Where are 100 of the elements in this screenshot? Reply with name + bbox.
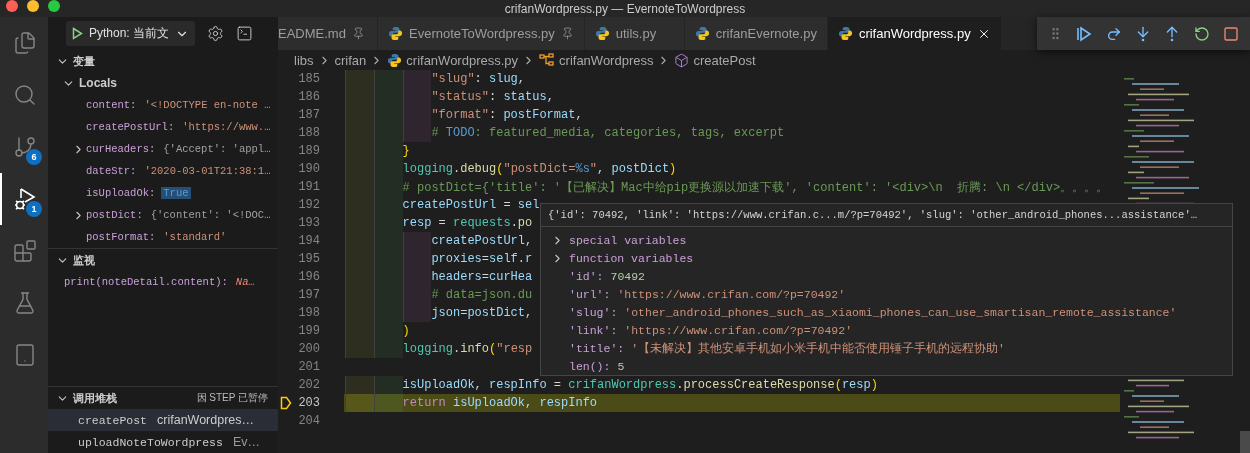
group-label: function variables bbox=[569, 251, 694, 265]
hover-group[interactable]: function variables bbox=[541, 249, 1232, 267]
hover-summary: {'id': 70492, 'link': 'https://www.crifan.c...m/?p=70492', 'slug': 'other_android_phones...assistance'… bbox=[541, 204, 1232, 227]
extensions-icon[interactable] bbox=[13, 239, 37, 263]
continue-icon[interactable] bbox=[1076, 25, 1093, 42]
editor-tab[interactable]: EvernoteToWordpress.py bbox=[378, 17, 585, 50]
run-debug-icon[interactable] bbox=[12, 186, 38, 212]
variable-name: isUploadOk: bbox=[86, 187, 156, 199]
search-icon[interactable] bbox=[13, 83, 37, 107]
close-window-button[interactable] bbox=[6, 0, 18, 12]
settings-icon[interactable] bbox=[207, 25, 225, 42]
variable-item[interactable]: createPostUrl: 'https://www.… bbox=[48, 116, 278, 138]
property-key: 'link': bbox=[569, 323, 618, 337]
stack-frame[interactable]: createPost crifanWordpres… bbox=[48, 409, 278, 431]
variable-name: postDict: bbox=[86, 209, 143, 221]
line-number: 189 bbox=[297, 144, 320, 158]
variable-value: {'content': '<!DOC… bbox=[149, 209, 272, 221]
breadcrumb-item[interactable]: libs bbox=[294, 52, 314, 68]
tablet-icon[interactable] bbox=[13, 343, 37, 367]
minimize-window-button[interactable] bbox=[27, 0, 39, 12]
line-number: 191 bbox=[297, 180, 320, 194]
step-over-icon[interactable] bbox=[1105, 25, 1122, 42]
variable-item[interactable]: postFormat: 'standard' bbox=[48, 226, 278, 248]
variable-value: True bbox=[161, 187, 191, 199]
line-number: 187 bbox=[297, 108, 320, 122]
scope-title: Locals bbox=[79, 76, 117, 90]
scrollbar-thumb[interactable] bbox=[1240, 431, 1250, 453]
property-value: 'other_android_phones_such_as_xiaomi_phones_can_use_smartisan_remote_assistance' bbox=[624, 305, 1177, 319]
variable-item[interactable]: content: '<!DOCTYPE en-note … bbox=[48, 94, 278, 116]
branch-icon[interactable] bbox=[13, 135, 37, 159]
hover-group[interactable]: special variables bbox=[541, 231, 1232, 249]
line-number: 186 bbox=[297, 90, 320, 104]
paused-status: 因 STEP 已暂停 bbox=[196, 391, 268, 405]
line-number: 192 bbox=[297, 198, 320, 212]
code-line: json=postDict, bbox=[345, 304, 533, 322]
property-key: 'title': bbox=[569, 341, 625, 355]
line-number: 195 bbox=[297, 252, 320, 266]
variable-value: 'https://www.… bbox=[181, 121, 272, 133]
section-title: 监视 bbox=[73, 252, 95, 268]
cube-icon bbox=[674, 52, 690, 68]
code-line: headers=curHea bbox=[345, 268, 533, 286]
line-number: 198 bbox=[297, 306, 320, 320]
code-line: createPostUrl, bbox=[345, 232, 533, 250]
line-number: 185 bbox=[297, 72, 320, 86]
editor-tab[interactable]: EADME.md bbox=[278, 17, 378, 50]
files-icon[interactable] bbox=[13, 31, 37, 55]
code-line: return isUploadOk, respInfo bbox=[345, 394, 598, 412]
zoom-window-button[interactable] bbox=[48, 0, 60, 12]
frame-source: crifanWordpres… bbox=[157, 413, 255, 427]
breadcrumb-item[interactable]: crifanWordpress.py bbox=[406, 52, 519, 68]
line-number: 201 bbox=[297, 360, 320, 374]
code-line: proxies=self.r bbox=[345, 250, 533, 268]
code-line: "status": status, bbox=[345, 88, 554, 106]
code-line: createPostUrl = sel bbox=[345, 196, 540, 214]
frame-source: Ev… bbox=[232, 435, 261, 449]
editor-tab[interactable]: crifanEvernote.py bbox=[684, 17, 828, 50]
variable-item[interactable]: dateStr: '2020-03-01T21:38:1… bbox=[48, 160, 278, 182]
line-number: 199 bbox=[297, 324, 320, 338]
editor-tab[interactable]: utils.py bbox=[584, 17, 685, 50]
variable-name: createPostUrl: bbox=[86, 121, 175, 133]
variable-item[interactable]: isUploadOk: True bbox=[48, 182, 278, 204]
property-key: len(): bbox=[569, 359, 611, 373]
code-line: # data=json.du bbox=[345, 286, 533, 304]
line-number: 197 bbox=[297, 288, 320, 302]
stop-icon[interactable] bbox=[1223, 25, 1240, 42]
code-line: # postDict={'title': '【已解决】Mac中给pip更换源以加速下载', 'content': '<div>\n 折腾: \n </div>。。。。 bbox=[345, 178, 1109, 196]
code-line: } bbox=[345, 142, 410, 160]
variable-name: curHeaders: bbox=[86, 143, 156, 155]
pin-icon[interactable] bbox=[351, 27, 365, 40]
count-badge: 1 bbox=[26, 201, 42, 217]
property-value: '【未解决】其他安卓手机如小米手机中能否使用锤子手机的远程协助' bbox=[631, 340, 1006, 356]
line-number: 200 bbox=[297, 342, 320, 356]
launch-config-dropdown[interactable]: Python: 当前文 bbox=[66, 21, 196, 46]
editor-tab[interactable]: crifanWordpress.py bbox=[827, 17, 1002, 50]
count-badge: 6 bbox=[26, 149, 42, 165]
variable-item[interactable]: postDict: {'content': '<!DOC… bbox=[48, 204, 278, 226]
line-number: 194 bbox=[297, 234, 320, 248]
variable-item[interactable]: curHeaders: {'Accept': 'appl… bbox=[48, 138, 278, 160]
restart-icon[interactable] bbox=[1193, 25, 1210, 42]
class-icon bbox=[539, 53, 556, 67]
variable-name: postFormat: bbox=[86, 231, 156, 243]
pin-icon[interactable] bbox=[560, 27, 574, 40]
variable-name: content: bbox=[86, 99, 137, 111]
code-line: "slug": slug, bbox=[345, 70, 526, 88]
breadcrumb-item[interactable]: crifanWordpress bbox=[559, 52, 654, 68]
terminal-icon[interactable] bbox=[236, 25, 254, 42]
property-value: 'https://www.crifan.com/?p=70492' bbox=[617, 287, 846, 301]
code-line: resp = requests.po bbox=[345, 214, 533, 232]
line-number: 202 bbox=[297, 378, 320, 392]
variable-name: dateStr: bbox=[86, 165, 137, 177]
line-number: 204 bbox=[297, 414, 320, 428]
group-label: special variables bbox=[569, 233, 687, 247]
breadcrumb-item[interactable]: crifan bbox=[334, 52, 367, 68]
property-value: 'https://www.crifan.com/?p=70492' bbox=[624, 323, 853, 337]
property-key: 'slug': bbox=[569, 305, 618, 319]
section-title: 调用堆栈 bbox=[73, 390, 117, 406]
stack-frame[interactable]: uploadNoteToWordpress Ev… bbox=[48, 431, 278, 453]
flask-icon[interactable] bbox=[13, 291, 37, 315]
activity-bar-item[interactable]: 6 bbox=[0, 121, 48, 173]
breadcrumb-item[interactable]: createPost bbox=[693, 52, 756, 68]
